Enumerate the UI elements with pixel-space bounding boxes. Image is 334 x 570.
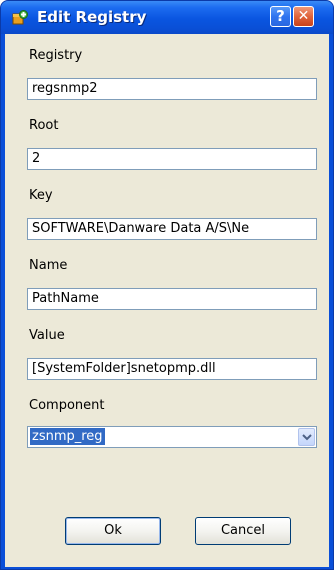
name-label: Name — [29, 258, 68, 273]
component-dropdown[interactable]: zsnmp_reg — [27, 426, 317, 448]
name-field-value: PathName — [32, 291, 99, 306]
close-button[interactable]: ✕ — [293, 6, 314, 27]
value-label: Value — [29, 328, 65, 343]
registry-field-value: regsnmp2 — [32, 81, 98, 96]
component-label: Component — [29, 398, 105, 413]
root-field[interactable]: 2 — [27, 148, 317, 170]
key-label: Key — [29, 188, 53, 203]
value-field[interactable]: [SystemFolder]snetopmp.dll — [27, 358, 317, 380]
registry-package-icon — [11, 9, 29, 27]
registry-label: Registry — [29, 48, 83, 63]
value-field-value: [SystemFolder]snetopmp.dll — [32, 361, 216, 376]
ok-button[interactable]: Ok — [65, 517, 161, 545]
registry-field[interactable]: regsnmp2 — [27, 78, 317, 100]
cancel-button[interactable]: Cancel — [195, 517, 291, 545]
component-selected-value: zsnmp_reg — [30, 428, 105, 445]
dialog-body: Registry regsnmp2 Root 2 Key SOFTWARE\Da… — [5, 34, 329, 567]
root-label: Root — [29, 118, 59, 133]
title-bar[interactable]: Edit Registry ? ✕ — [1, 1, 333, 34]
root-field-value: 2 — [32, 151, 41, 166]
help-button[interactable]: ? — [270, 6, 291, 27]
dropdown-arrow-button[interactable] — [298, 428, 315, 446]
key-field[interactable]: SOFTWARE\Danware Data A/S\Ne — [27, 218, 317, 240]
edit-registry-dialog: Edit Registry ? ✕ Registry regsnmp2 Root… — [0, 0, 334, 570]
window-title: Edit Registry — [37, 8, 147, 26]
key-field-value: SOFTWARE\Danware Data A/S\Ne — [32, 221, 250, 236]
name-field[interactable]: PathName — [27, 288, 317, 310]
